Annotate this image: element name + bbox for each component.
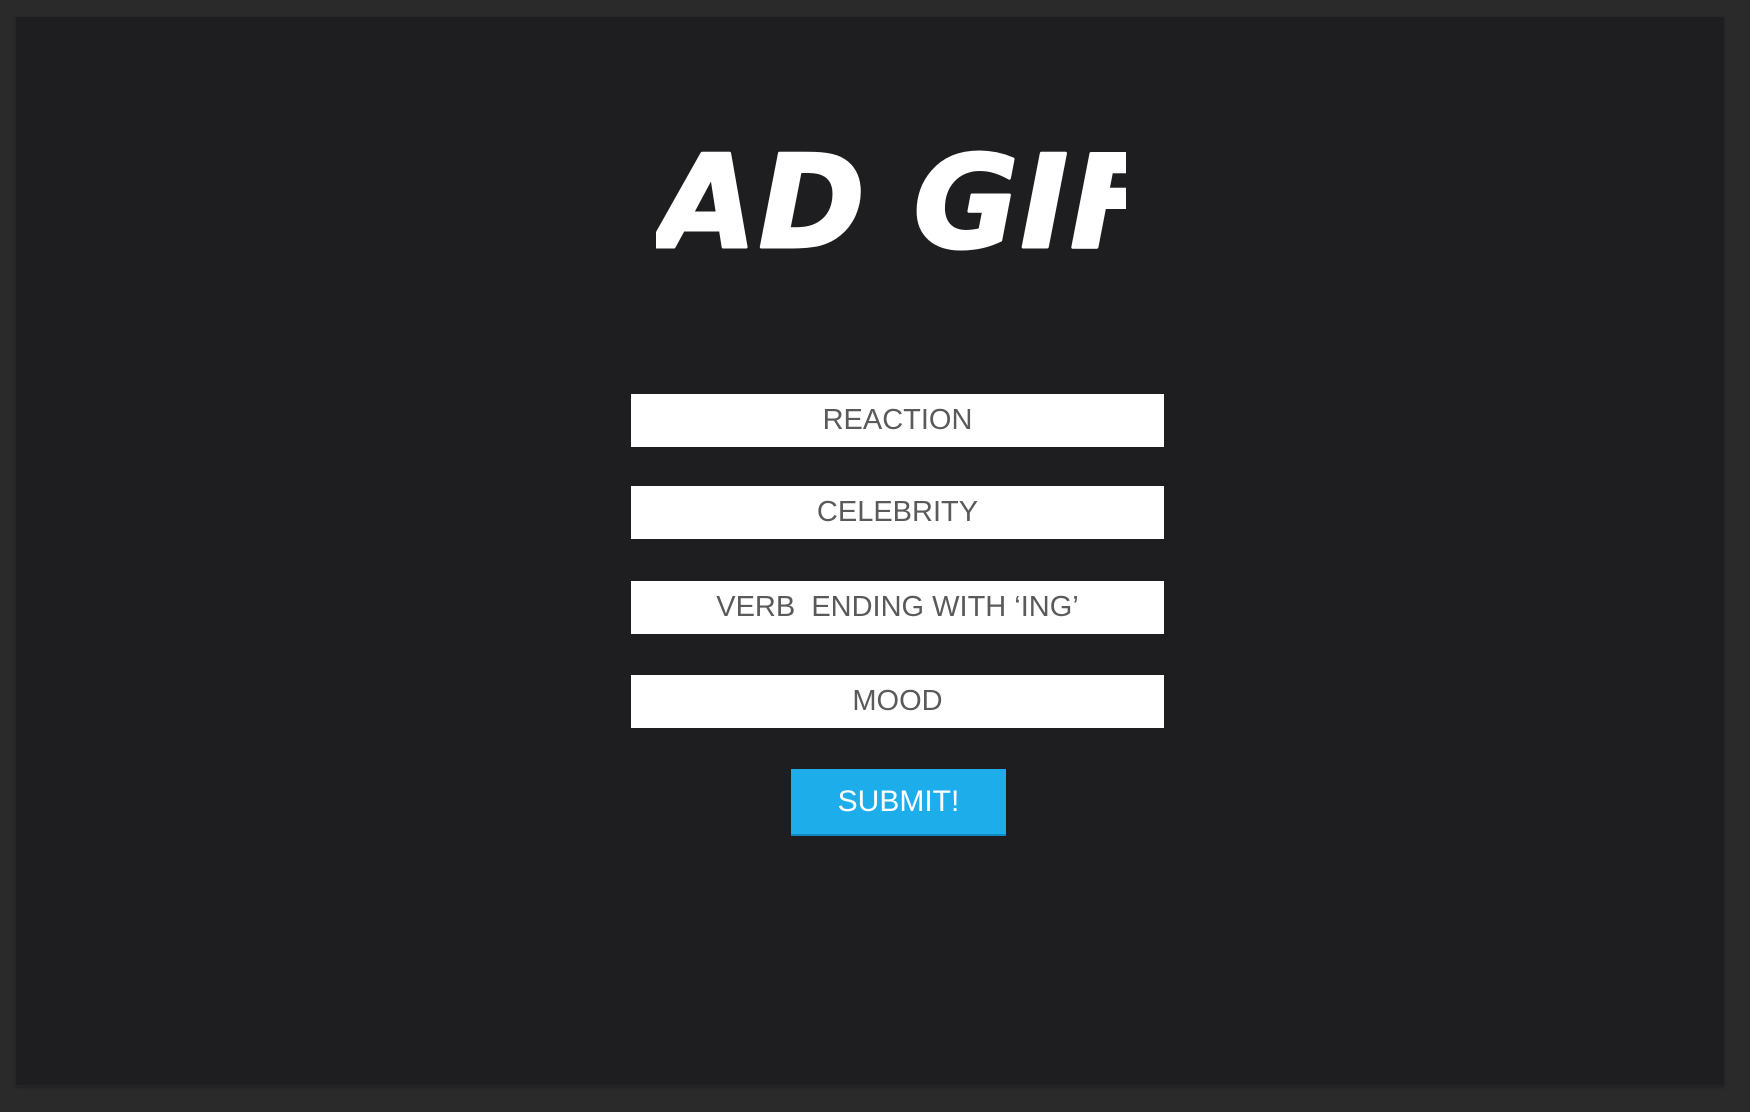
mood-input[interactable] (631, 675, 1164, 728)
celebrity-input[interactable] (631, 486, 1164, 539)
verb-ing-input[interactable] (631, 581, 1164, 634)
mad-gifs-logo: MAD GIFS (656, 132, 1126, 282)
page-frame: MAD GIFS SUBMIT! (16, 17, 1724, 1085)
reaction-input[interactable] (631, 394, 1164, 447)
logo-graphic: MAD GIFS (656, 132, 1126, 280)
logo-text: MAD GIFS (656, 132, 1126, 278)
submit-button[interactable]: SUBMIT! (791, 769, 1006, 836)
